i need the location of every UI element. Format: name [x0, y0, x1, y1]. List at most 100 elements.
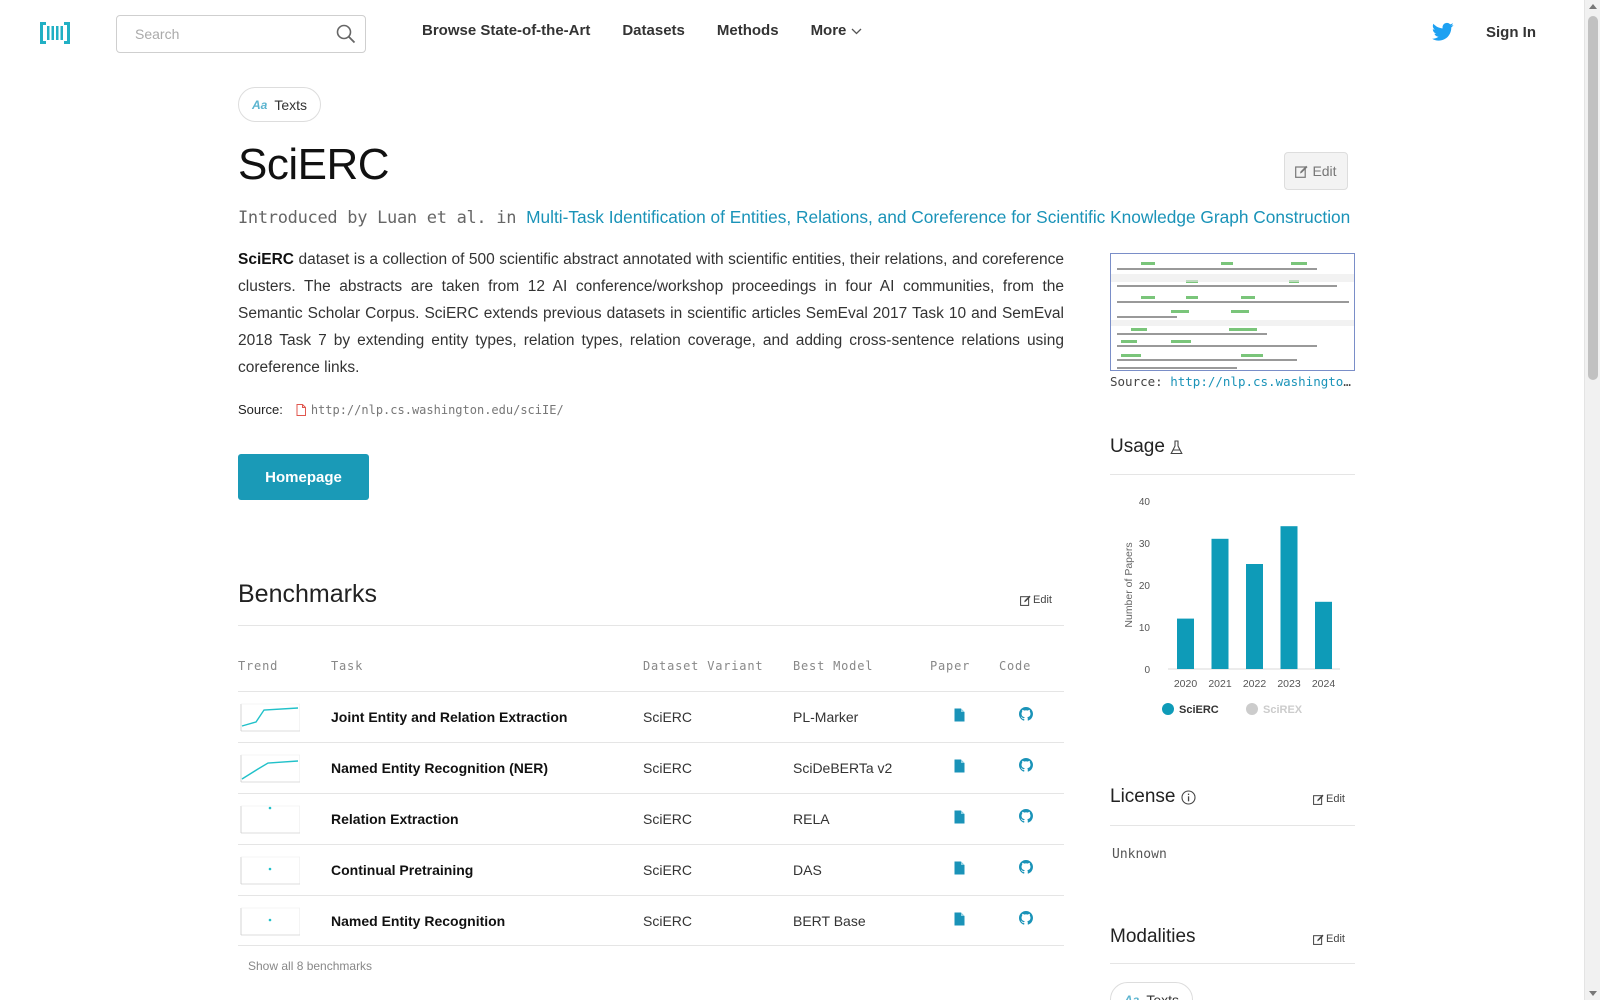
introducing-paper-link[interactable]: Multi-Task Identification of Entities, R… [526, 207, 1350, 227]
license-title: License [1110, 786, 1176, 807]
homepage-button[interactable]: Homepage [238, 454, 369, 500]
paper-file-icon[interactable] [954, 912, 965, 926]
source-url-link[interactable]: http://nlp.cs.washington.edu/sciIE/ [311, 403, 564, 417]
dataset-variant: SciERC [643, 913, 693, 929]
nav-links: Browse State-of-the-Art Datasets Methods… [422, 22, 894, 39]
x-tick-label: 2024 [1312, 678, 1336, 690]
trend-sparkline[interactable] [238, 906, 300, 938]
introduced-by: Introduced by Luan et al. in Multi-Task … [238, 207, 1350, 228]
legend-marker-SciERC [1162, 703, 1174, 715]
modality-tag-texts[interactable]: Aa Texts [238, 87, 322, 122]
best-model: SciDeBERTa v2 [793, 760, 893, 776]
table-row[interactable]: Relation Extraction SciERC RELA [238, 793, 1064, 844]
dataset-description: SciERC dataset is a collection of 500 sc… [238, 246, 1064, 381]
dataset-variant: SciERC [643, 862, 693, 878]
trend-sparkline[interactable] [238, 702, 300, 734]
edit-label: Edit [1326, 793, 1345, 805]
usage-title: Usage [1110, 436, 1165, 457]
edit-dataset-button[interactable]: Edit [1284, 152, 1348, 190]
scrollbar-thumb[interactable] [1588, 16, 1598, 380]
nav-more-dropdown[interactable]: More [811, 22, 863, 39]
top-navbar: Browse State-of-the-Art Datasets Methods… [0, 0, 1584, 66]
modalities-divider [1110, 963, 1355, 964]
paper-file-icon[interactable] [954, 759, 965, 773]
modalities-title: Modalities [1110, 926, 1196, 947]
col-header-dataset-variant: Dataset Variant [643, 659, 764, 673]
modality-tag-label: Texts [274, 96, 308, 113]
trend-sparkline[interactable] [238, 855, 300, 887]
dataset-variant: SciERC [643, 811, 693, 827]
benchmark-task-link[interactable]: Continual Pretraining [331, 862, 473, 878]
best-model: DAS [793, 862, 822, 878]
table-row[interactable]: Joint Entity and Relation Extraction SciE… [238, 691, 1064, 742]
table-row[interactable]: Named Entity Recognition (NER) SciERC SciD… [238, 742, 1064, 793]
dataset-variant: SciERC [643, 709, 693, 725]
flask-icon[interactable] [1170, 439, 1183, 455]
edit-label: Edit [1326, 933, 1345, 945]
trend-sparkline[interactable] [238, 753, 300, 785]
paper-file-icon[interactable] [954, 861, 965, 875]
dataset-title: SciERC [238, 140, 390, 189]
benchmarks-bottom-divider [238, 945, 1064, 946]
papers-with-code-logo-icon[interactable] [40, 20, 70, 46]
dataset-example-image[interactable] [1110, 253, 1355, 371]
modality-tag-texts-sidebar[interactable]: Aa Texts [1110, 982, 1194, 1000]
paper-file-icon[interactable] [954, 810, 965, 824]
dataset-variant: SciERC [643, 760, 693, 776]
source-label: Source: [238, 402, 283, 417]
col-header-best-model: Best Model [793, 659, 874, 673]
scroll-down-arrow-icon[interactable] [1589, 991, 1597, 996]
github-icon[interactable] [1019, 809, 1033, 823]
benchmarks-heading: Benchmarks [238, 580, 377, 608]
best-model: BERT Base [793, 913, 866, 929]
annotated-abstract-thumbnail [1111, 254, 1354, 370]
source-row: Source: http://nlp.cs.washington.edu/sci… [238, 402, 564, 417]
show-all-benchmarks-link[interactable]: Show all 8 benchmarks [248, 959, 372, 973]
scroll-up-arrow-icon[interactable] [1589, 4, 1597, 9]
table-row[interactable]: Continual Pretraining SciERC DAS [238, 844, 1064, 895]
edit-pencil-icon [1295, 165, 1308, 178]
chevron-down-icon [851, 28, 862, 34]
github-icon[interactable] [1019, 707, 1033, 721]
table-row[interactable]: Named Entity Recognition SciERC BERT Base [238, 895, 1064, 946]
usage-heading: Usage [1110, 436, 1183, 458]
bar-2021 [1211, 538, 1229, 669]
github-icon[interactable] [1019, 758, 1033, 772]
search-icon[interactable] [336, 24, 356, 44]
benchmark-task-link[interactable]: Relation Extraction [331, 811, 459, 827]
benchmark-task-link[interactable]: Named Entity Recognition [331, 913, 505, 929]
col-header-code: Code [999, 659, 1032, 673]
nav-browse-sota[interactable]: Browse State-of-the-Art [422, 22, 590, 39]
benchmark-task-link[interactable]: Named Entity Recognition (NER) [331, 760, 548, 776]
page-scrollbar[interactable] [1584, 0, 1600, 1000]
benchmark-task-link[interactable]: Joint Entity and Relation Extraction [331, 709, 567, 725]
modalities-heading: Modalities [1110, 926, 1196, 948]
bar-2023 [1280, 526, 1298, 669]
nav-datasets[interactable]: Datasets [622, 22, 685, 39]
paper-file-icon[interactable] [954, 708, 965, 722]
bar-2022 [1246, 564, 1263, 669]
modalities-edit-button[interactable]: Edit [1313, 933, 1345, 945]
usage-bar-chart: 0 10 20 30 40 Number of Papers 2020 2021 2022 202… [1123, 497, 1340, 716]
legend-marker-SciREX [1246, 703, 1258, 715]
col-header-trend: Trend [238, 659, 279, 673]
twitter-icon[interactable] [1432, 22, 1454, 42]
nav-methods[interactable]: Methods [717, 22, 779, 39]
edit-label: Edit [1033, 594, 1052, 606]
introduced-by-prefix: Introduced by Luan et al. in [238, 208, 527, 228]
github-icon[interactable] [1019, 860, 1033, 874]
legend-label: SciREX [1263, 704, 1303, 716]
description-dataset-name: SciERC [238, 251, 294, 268]
github-icon[interactable] [1019, 911, 1033, 925]
benchmarks-edit-button[interactable]: Edit [1020, 594, 1052, 606]
license-edit-button[interactable]: Edit [1313, 793, 1345, 805]
info-circle-icon[interactable] [1180, 789, 1196, 805]
trend-sparkline[interactable] [238, 804, 300, 836]
y-axis-label: Number of Papers [1123, 542, 1135, 627]
sign-in-link[interactable]: Sign In [1486, 24, 1536, 41]
edit-button-label: Edit [1312, 163, 1337, 179]
search-input[interactable] [135, 16, 335, 52]
x-tick-label: 2023 [1277, 678, 1301, 690]
image-source-link[interactable]: http://nlp.cs.washington.edu/sciIE/ [1170, 374, 1355, 389]
pdf-file-icon [296, 403, 306, 416]
